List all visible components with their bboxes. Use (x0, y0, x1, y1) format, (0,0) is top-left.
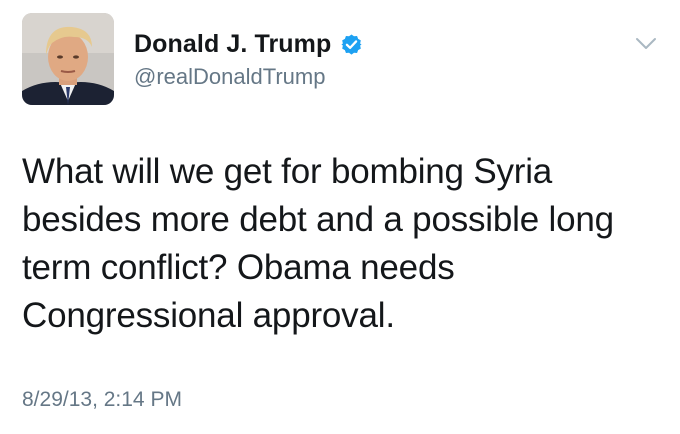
tweet-timestamp[interactable]: 8/29/13, 2:14 PM (22, 388, 182, 412)
user-info: Donald J. Trump @realDonaldTrump (134, 28, 363, 90)
verified-badge-icon (340, 33, 363, 56)
avatar[interactable] (22, 13, 114, 105)
display-name[interactable]: Donald J. Trump (134, 30, 331, 59)
name-row: Donald J. Trump (134, 28, 363, 60)
tweet-text: What will we get for bombing Syria besid… (22, 152, 614, 335)
user-handle[interactable]: @realDonaldTrump (134, 64, 363, 90)
chevron-down-icon[interactable] (634, 36, 658, 52)
tweet-card: Donald J. Trump @realDonaldTrump What wi… (0, 0, 680, 434)
profile-photo (22, 13, 114, 105)
